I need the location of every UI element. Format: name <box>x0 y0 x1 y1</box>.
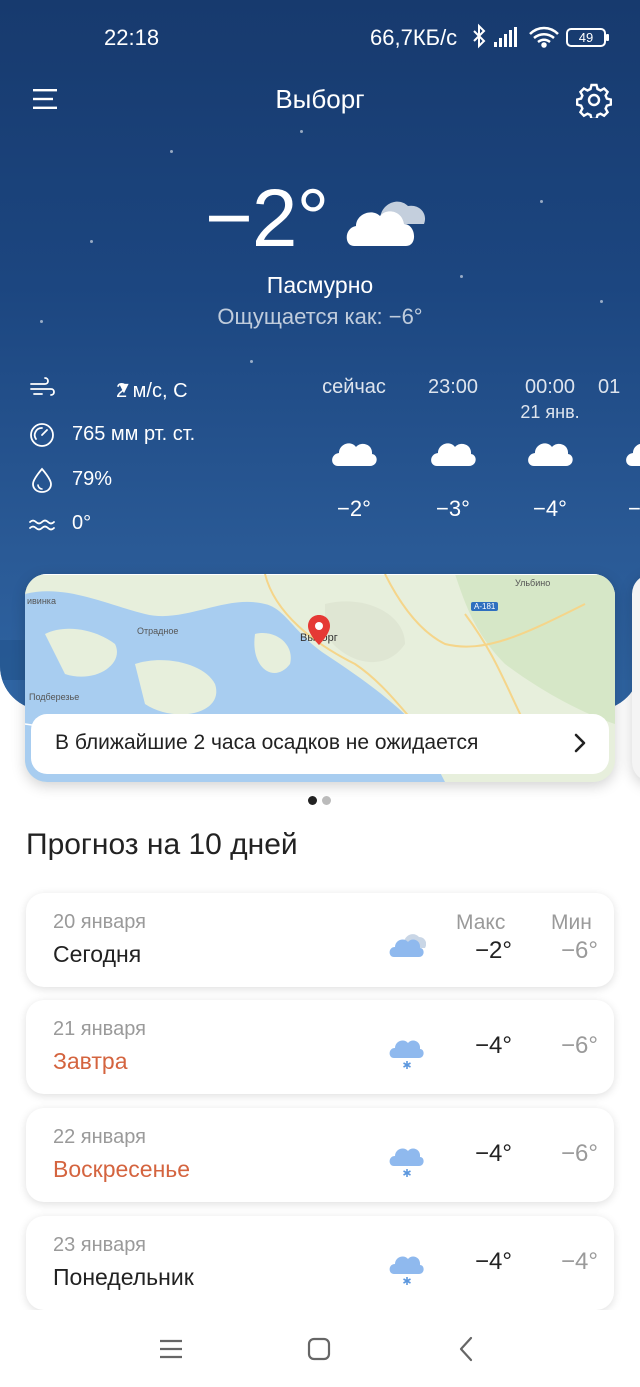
humidity-drop-icon <box>32 467 52 493</box>
day-date: 23 января <box>53 1234 146 1256</box>
day-max-temp: −2° <box>475 937 512 964</box>
location-pin-icon <box>308 615 330 645</box>
day-min-temp: −6° <box>561 1032 598 1059</box>
overcast-cloud-icon <box>346 201 426 246</box>
day-date: 20 января <box>53 911 146 933</box>
pressure-gauge-icon <box>30 423 54 447</box>
next-card-peek[interactable] <box>632 574 640 782</box>
forecast-day-card[interactable]: 21 января Завтра −4° −6° <box>26 1000 614 1094</box>
precipitation-map-card[interactable]: Ульбино Отрадное Подберезье ивинка А-181… <box>25 574 615 782</box>
system-navigation-bar <box>0 1310 640 1387</box>
map-road-label: А-181 <box>471 602 499 611</box>
pressure-value: 765 мм рт. ст. <box>72 423 196 445</box>
carousel-dot <box>322 796 331 805</box>
water-waves-icon <box>29 519 55 531</box>
cloud-icon <box>431 443 476 466</box>
hour-temperature: −2° <box>337 496 371 521</box>
day-date: 22 января <box>53 1126 146 1148</box>
hourly-item[interactable]: 01 − <box>598 376 640 522</box>
snow-cloud-icon <box>389 1148 424 1177</box>
hour-date: 21 янв. <box>520 402 580 422</box>
wind-direction-arrow-icon: ▼ <box>116 380 132 397</box>
day-max-temp: −4° <box>475 1140 512 1167</box>
feels-like-temperature: Ощущается как: −6° <box>217 304 423 329</box>
forecast-day-card[interactable]: 23 января Понедельник −4° −4° <box>26 1216 614 1310</box>
chevron-right-icon <box>574 733 586 753</box>
map-place-label: ивинка <box>27 596 56 606</box>
day-name: Понедельник <box>53 1264 194 1290</box>
forecast-title: Прогноз на 10 дней <box>26 828 298 861</box>
forecast-day-card[interactable]: 22 января Воскресенье −4° −6° <box>26 1108 614 1202</box>
hour-temperature: − <box>628 496 640 521</box>
day-name: Завтра <box>53 1048 128 1074</box>
status-time: 22:18 <box>104 25 160 50</box>
hour-temperature: −3° <box>436 496 470 521</box>
hour-date <box>403 402 503 426</box>
day-min-temp: −6° <box>561 937 598 964</box>
day-max-temp: −4° <box>475 1032 512 1059</box>
top-app-bar: Выборг <box>0 78 640 122</box>
cloud-icon <box>332 443 377 466</box>
wind-icon <box>30 377 55 396</box>
carousel-dot-active <box>308 796 317 805</box>
hourly-item[interactable]: 23:00 −3° <box>403 376 503 522</box>
map-place-label: Отрадное <box>137 626 179 636</box>
bluetooth-icon <box>473 23 486 49</box>
hourly-item[interactable]: 00:00 21 янв. −4° <box>500 376 600 522</box>
hour-date <box>598 402 640 426</box>
city-title[interactable]: Выборг <box>0 84 640 115</box>
wifi-icon <box>529 26 559 48</box>
back-icon[interactable] <box>452 1334 482 1364</box>
water-temp-value: 0° <box>72 512 92 534</box>
max-column-header: Макс <box>456 911 506 934</box>
day-date: 21 января <box>53 1018 146 1040</box>
status-network-speed: 66,7КБ/с <box>370 25 458 50</box>
day-max-temp: −4° <box>475 1248 512 1275</box>
current-temperature: −2° <box>205 173 329 264</box>
map-place-label: Ульбино <box>515 578 551 588</box>
hour-date <box>304 402 404 426</box>
day-name: Воскресенье <box>53 1156 191 1182</box>
cloud-icon <box>389 934 426 957</box>
status-bar: 22:18 66,7КБ/с 49 <box>0 0 640 72</box>
precipitation-forecast-button[interactable]: В ближайшие 2 часа осадков не ожидается <box>31 714 609 774</box>
hour-label: сейчас <box>322 376 386 398</box>
snow-cloud-icon <box>389 1040 424 1069</box>
day-min-temp: −6° <box>561 1140 598 1167</box>
snow-cloud-icon <box>389 1256 424 1285</box>
recent-apps-icon[interactable] <box>156 1334 186 1364</box>
hour-label: 01 <box>598 376 621 398</box>
day-name: Сегодня <box>53 941 142 967</box>
status-icons <box>473 23 559 49</box>
settings-gear-icon[interactable] <box>576 82 612 118</box>
cloud-icon <box>528 443 573 466</box>
precipitation-text: В ближайшие 2 часа осадков не ожидается <box>55 731 479 754</box>
battery-icon: 49 <box>566 28 609 47</box>
home-icon[interactable] <box>304 1334 334 1364</box>
hour-label: 23:00 <box>427 376 479 398</box>
min-column-header: Мин <box>551 911 592 934</box>
hour-label: 00:00 <box>524 376 576 398</box>
battery-level: 49 <box>578 30 594 45</box>
forecast-day-card[interactable]: 20 января Сегодня Макс Мин −2° −6° <box>26 893 614 987</box>
current-condition: Пасмурно <box>266 272 374 298</box>
hourly-item[interactable]: сейчас −2° <box>304 376 404 522</box>
carousel-indicator <box>308 792 336 810</box>
hour-temperature: −4° <box>533 496 567 521</box>
cloud-icon <box>626 443 640 466</box>
signal-icon <box>494 27 517 47</box>
humidity-value: 79% <box>72 468 113 490</box>
day-min-temp: −4° <box>561 1248 598 1275</box>
map-place-label: Подберезье <box>29 692 80 702</box>
